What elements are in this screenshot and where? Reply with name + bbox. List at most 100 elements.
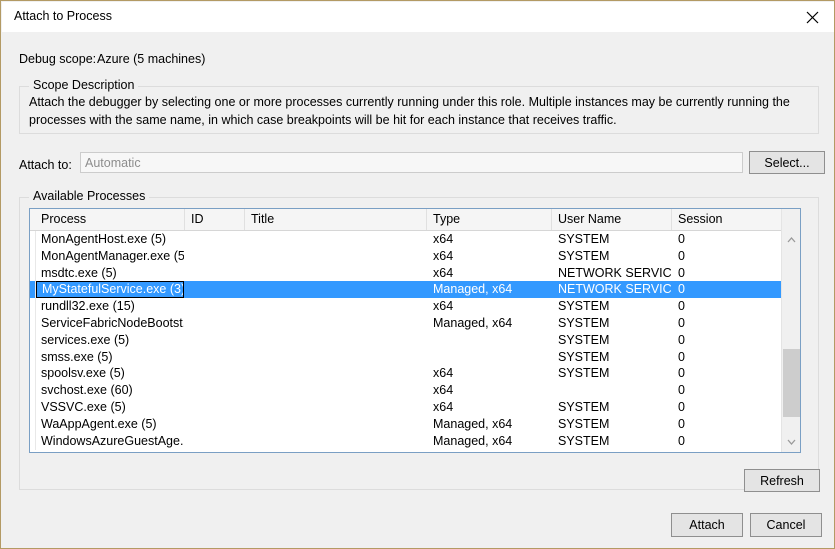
column-header-title[interactable]: Title — [245, 209, 427, 230]
process-list: Process ID Title Type User Name Session MonAg… — [29, 208, 801, 453]
cell-title — [246, 382, 426, 399]
table-row[interactable]: ServiceFabricNodeBootst... Managed, x64 SY… — [30, 315, 782, 332]
cancel-button[interactable]: Cancel — [750, 513, 822, 537]
table-row[interactable]: rundll32.exe (15) x64 SYSTEM 0 — [30, 298, 782, 316]
cell-session: 0 — [678, 366, 685, 381]
cell-type: x64 — [433, 232, 454, 246]
dialog-body: Debug scope: Azure (5 machines) Scope De… — [2, 32, 834, 548]
cell-user: SYSTEM — [558, 332, 610, 347]
select-button[interactable]: Select... — [749, 151, 825, 174]
cell-title — [246, 332, 426, 349]
cell-title — [246, 433, 426, 450]
cell-id — [186, 315, 244, 332]
cell-user: SYSTEM — [558, 349, 610, 364]
debug-scope-label: Debug scope: — [19, 52, 97, 66]
cell-user: NETWORK SERVICE — [558, 265, 671, 280]
cell-type: Managed, x64 — [433, 316, 513, 330]
refresh-button[interactable]: Refresh — [744, 469, 820, 492]
process-list-header: Process ID Title Type User Name Session — [30, 209, 800, 231]
cell-id — [186, 349, 244, 366]
column-header-user[interactable]: User Name — [552, 209, 672, 230]
cell-title — [246, 281, 426, 298]
cell-session: 0 — [678, 416, 685, 431]
cell-type: x64 — [433, 400, 454, 414]
cell-title — [246, 265, 426, 282]
table-row[interactable]: smss.exe (5) SYSTEM 0 — [30, 348, 782, 366]
window-title: Attach to Process — [14, 9, 112, 23]
cell-type: x64 — [433, 248, 454, 263]
cell-type — [428, 332, 551, 349]
table-row[interactable]: WaAppAgent.exe (5) Managed, x64 SYSTEM 0 — [30, 415, 782, 433]
cell-title — [246, 231, 426, 248]
cell-title — [246, 365, 426, 382]
cell-title — [246, 416, 426, 433]
cell-type: Managed, x64 — [433, 433, 513, 448]
cell-title — [246, 349, 426, 366]
cell-session: 0 — [678, 332, 685, 347]
cell-session: 0 — [678, 400, 685, 414]
cell-id — [186, 365, 244, 382]
table-row[interactable]: MonAgentHost.exe (5) x64 SYSTEM 0 — [30, 231, 782, 248]
cell-session: 0 — [678, 248, 685, 263]
table-row[interactable]: MonAgentManager.exe (5) x64 SYSTEM 0 — [30, 247, 782, 265]
cell-title — [246, 248, 426, 265]
table-row[interactable]: spoolsv.exe (5) x64 SYSTEM 0 — [30, 365, 782, 383]
cell-process: spoolsv.exe (5) — [41, 366, 125, 381]
close-icon[interactable] — [789, 2, 834, 32]
table-row[interactable]: svchost.exe (60) x64 0 — [30, 382, 782, 400]
cell-user: SYSTEM — [558, 416, 610, 431]
table-row[interactable]: msdtc.exe (5) x64 NETWORK SERVICE 0 — [30, 264, 782, 282]
cell-type: Managed, x64 — [433, 416, 513, 431]
cell-id — [186, 433, 244, 450]
cell-process: WaAppAgent.exe (5) — [41, 416, 157, 431]
cell-process: rundll32.exe (15) — [41, 299, 135, 314]
cell-session: 0 — [678, 265, 685, 280]
cell-type: x64 — [433, 366, 454, 381]
cell-user: SYSTEM — [558, 366, 610, 381]
cell-session: 0 — [678, 232, 685, 246]
cell-user: SYSTEM — [558, 433, 610, 448]
scroll-up-icon[interactable] — [782, 231, 800, 249]
attach-button[interactable]: Attach — [671, 513, 743, 537]
cell-type: x64 — [433, 265, 454, 280]
title-bar: Attach to Process — [2, 2, 834, 32]
cell-id — [186, 248, 244, 265]
attach-to-input[interactable] — [80, 152, 743, 173]
cell-process: svchost.exe (60) — [41, 383, 133, 398]
cell-process: services.exe (5) — [41, 332, 130, 347]
cell-id — [186, 265, 244, 282]
cell-user: SYSTEM — [558, 299, 610, 314]
process-list-body: MonAgentHost.exe (5) x64 SYSTEM 0 MonAgentMa… — [30, 231, 782, 452]
cell-type — [428, 349, 551, 366]
table-row[interactable]: services.exe (5) SYSTEM 0 — [30, 331, 782, 349]
process-list-scrollbar[interactable] — [781, 209, 800, 452]
available-processes-legend: Available Processes — [29, 189, 150, 203]
column-header-process[interactable]: Process — [35, 209, 185, 230]
scrollbar-thumb[interactable] — [783, 349, 800, 417]
column-header-type[interactable]: Type — [427, 209, 552, 230]
cell-user — [553, 382, 671, 399]
cell-process: MyStatefulService.exe (3) — [36, 281, 184, 299]
cell-process: ServiceFabricNodeBootst... — [41, 316, 184, 330]
cell-session: 0 — [678, 349, 685, 364]
cell-id — [186, 231, 244, 248]
table-row[interactable]: MyStatefulService.exe (3) Managed, x64 NET… — [30, 281, 782, 299]
cell-session: 0 — [678, 383, 685, 398]
cell-session: 0 — [678, 282, 685, 297]
cell-process: MonAgentHost.exe (5) — [41, 232, 167, 246]
scope-description-line-1: Attach the debugger by selecting one or … — [29, 95, 790, 109]
scroll-down-icon[interactable] — [782, 433, 800, 451]
cell-id — [186, 399, 244, 416]
cell-id — [186, 281, 244, 298]
table-row[interactable]: VSSVC.exe (5) x64 SYSTEM 0 — [30, 399, 782, 416]
cell-id — [186, 298, 244, 315]
scope-description-group: Scope Description Attach the debugger by… — [19, 78, 819, 134]
cell-title — [246, 298, 426, 315]
scope-description-legend: Scope Description — [29, 78, 139, 92]
scope-description-line-2: processes with the same name, in which c… — [29, 113, 617, 127]
cell-title — [246, 399, 426, 416]
cell-id — [186, 332, 244, 349]
cell-session: 0 — [678, 316, 685, 330]
column-header-id[interactable]: ID — [185, 209, 245, 230]
table-row[interactable]: WindowsAzureGuestAge... Managed, x64 SYSTE… — [30, 432, 782, 450]
